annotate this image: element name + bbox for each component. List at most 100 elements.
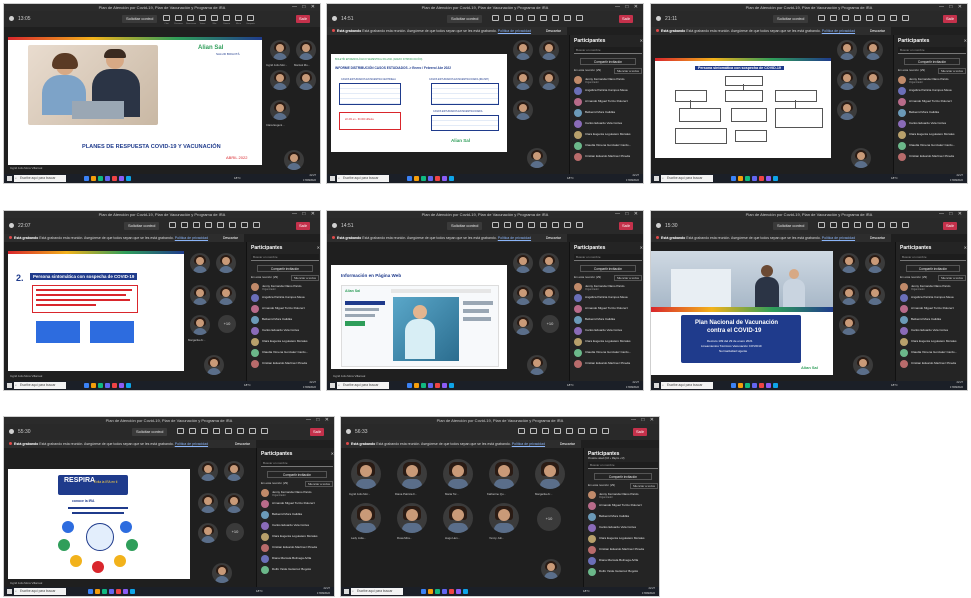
dismiss-button[interactable]: Descartar <box>870 27 885 35</box>
list-item[interactable]: Carlos Eduardo Vela Cortes <box>900 326 967 337</box>
list-item[interactable]: Clara Eugenia Loguiatero Morales <box>261 532 334 543</box>
participant-video[interactable] <box>216 285 236 305</box>
participant-video[interactable] <box>513 253 533 273</box>
self-view[interactable] <box>527 355 547 375</box>
share-invite-button[interactable]: Compartir invitación <box>580 265 636 272</box>
list-item[interactable]: Jenny Fernanda Olano Pardo Organizador <box>251 282 320 293</box>
share-icon[interactable]: Compartir <box>246 14 255 25</box>
react-icon[interactable] <box>841 221 850 232</box>
people-icon[interactable] <box>529 427 538 438</box>
camera-icon[interactable] <box>228 221 237 232</box>
taskbar-search[interactable]: ⌕ Escribe aquí para buscar <box>14 382 66 389</box>
mute-all-button[interactable]: Silenciar a todos <box>629 483 658 489</box>
participant-video[interactable] <box>489 459 519 489</box>
taskbar-search[interactable]: ⌕ Escribe aquí para buscar <box>337 382 389 389</box>
dismiss-button[interactable]: Descartar <box>546 27 561 35</box>
leave-button[interactable]: Salir <box>619 222 634 230</box>
participant-video[interactable] <box>863 40 883 60</box>
list-item[interactable]: Carlos Eduardo Vela Cortes <box>574 119 643 130</box>
participant-video[interactable] <box>539 40 559 60</box>
view-icon[interactable] <box>212 427 221 438</box>
dismiss-button[interactable]: Descartar <box>546 234 561 242</box>
list-item[interactable]: Jenny Fernanda Olano Pardo Organizador <box>588 490 659 501</box>
list-item[interactable]: Cristian Eduardo Martínez Pineda <box>900 359 967 370</box>
participant-search-input[interactable]: Buscar un nombre <box>588 462 658 469</box>
participant-video[interactable] <box>513 285 533 305</box>
list-item[interactable]: Jenny Fernanda Olano Pardo Organizador <box>261 488 334 499</box>
list-item[interactable]: Clara Eugenia Loguiatero Morales <box>900 337 967 348</box>
list-item[interactable]: Cristian Eduardo Martínez Pineda <box>898 152 967 163</box>
leave-button[interactable]: Salir <box>619 15 634 23</box>
list-item[interactable]: Jenny Fernanda Olano Pardo Organizador <box>574 282 643 293</box>
camera-icon[interactable] <box>236 427 245 438</box>
start-icon[interactable] <box>330 383 335 388</box>
list-item[interactable]: Cristian Eduardo Martínez Pineda <box>574 152 643 163</box>
view-icon[interactable] <box>527 221 536 232</box>
window-controls[interactable]: — □ ✕ <box>306 417 331 424</box>
mic-icon[interactable] <box>563 221 572 232</box>
list-item[interactable]: Claudia Ximena Gonzalez Cardo... <box>900 348 967 359</box>
more-icon[interactable] <box>865 14 874 25</box>
start-icon[interactable] <box>7 176 12 181</box>
start-icon[interactable] <box>7 589 12 594</box>
participant-video[interactable] <box>443 503 473 533</box>
list-item[interactable]: Clara Eugenia Loguiatero Morales <box>574 337 643 348</box>
list-item[interactable]: Clara Eugenia Loguiatero Morales <box>251 337 320 348</box>
list-item[interactable]: Cristian Eduardo Martínez Pineda <box>251 359 320 370</box>
close-icon[interactable]: ✕ <box>317 245 320 250</box>
people-icon[interactable] <box>188 427 197 438</box>
list-item[interactable]: Armando Miguel Turizo Rolorerz <box>261 499 334 510</box>
mute-all-button[interactable]: Silenciar a todos <box>613 68 642 74</box>
share-icon[interactable] <box>575 221 584 232</box>
list-item[interactable]: Claudia Ximena Gonzalez Cardo... <box>251 348 320 359</box>
mic-icon[interactable] <box>563 14 572 25</box>
share-invite-button[interactable]: Compartir invitación <box>257 265 313 272</box>
leave-button[interactable]: Salir <box>943 15 958 23</box>
participant-video[interactable] <box>837 100 857 120</box>
mic-icon[interactable] <box>589 427 598 438</box>
mute-all-button[interactable]: Silenciar a todos <box>937 68 966 74</box>
list-item[interactable]: Belkenid Mora Calidka <box>898 108 967 119</box>
list-item[interactable]: Armando Miguel Turizo Rolorerz <box>574 97 643 108</box>
mute-all-button[interactable]: Silenciar a todos <box>304 481 333 487</box>
participant-video[interactable] <box>539 70 559 90</box>
list-item[interactable]: Angélica Patricia Campos Mesa <box>574 86 643 97</box>
people-icon[interactable] <box>829 221 838 232</box>
mic-icon[interactable] <box>889 14 898 25</box>
request-control-button[interactable]: Solicitar control <box>132 428 168 436</box>
chat-icon[interactable] <box>817 221 826 232</box>
dismiss-button[interactable]: Descartar <box>870 234 885 242</box>
list-item[interactable]: Cristian Eduardo Martínez Pineda <box>261 543 334 554</box>
more-participants[interactable]: +10 <box>218 315 236 333</box>
people-icon[interactable]: Personas <box>174 14 183 25</box>
request-control-button[interactable]: Solicitar control <box>447 222 483 230</box>
self-view[interactable] <box>541 559 561 579</box>
list-item[interactable]: Angélica Patricia Campos Mesa <box>900 293 967 304</box>
participant-video[interactable] <box>863 70 883 90</box>
view-icon[interactable]: Vistas <box>198 14 207 25</box>
more-participants[interactable]: +10 <box>226 523 244 541</box>
list-item[interactable]: Jenny Fernanda Olano Pardo Organizador <box>898 75 967 86</box>
request-control-button[interactable]: Solicitar control <box>124 222 160 230</box>
react-icon[interactable] <box>200 427 209 438</box>
window-controls[interactable]: — □ ✕ <box>292 211 317 218</box>
camera-icon[interactable] <box>551 221 560 232</box>
participant-video[interactable] <box>443 459 473 489</box>
start-icon[interactable] <box>654 383 659 388</box>
list-item[interactable]: Carlos Eduardo Vela Cortes <box>588 523 659 534</box>
participant-video[interactable] <box>270 40 290 60</box>
participant-search-input[interactable]: Buscar un nombre <box>251 254 319 261</box>
taskbar-search[interactable]: ⌕ Escribe aquí para buscar <box>351 588 403 595</box>
share-icon[interactable] <box>260 427 269 438</box>
mic-icon[interactable] <box>248 427 257 438</box>
more-icon[interactable]: Más <box>210 14 219 25</box>
react-icon[interactable]: Reaccionar <box>186 14 196 25</box>
self-view[interactable] <box>284 150 304 170</box>
start-icon[interactable] <box>654 176 659 181</box>
self-view[interactable] <box>204 355 224 375</box>
participant-video[interactable] <box>296 40 316 60</box>
window-controls[interactable]: — □ ✕ <box>939 4 964 11</box>
people-icon[interactable] <box>503 221 512 232</box>
participant-search-input[interactable]: Buscar un nombre <box>261 460 333 467</box>
participant-video[interactable] <box>839 253 859 273</box>
